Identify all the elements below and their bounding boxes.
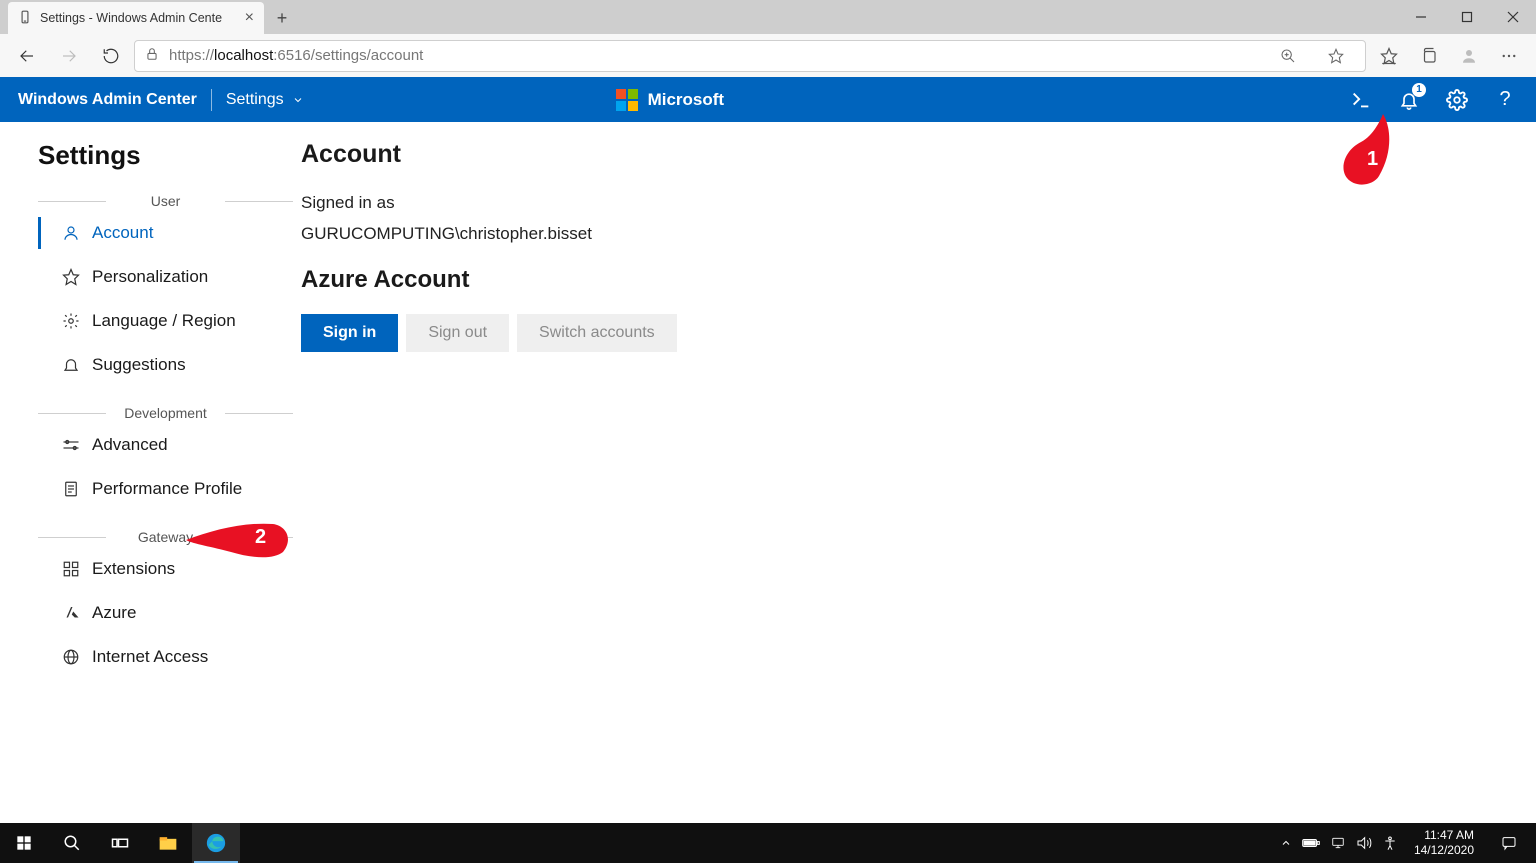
signed-in-label: Signed in as <box>301 187 677 218</box>
sidebar-group-development: Development <box>38 405 293 421</box>
tab-title: Settings - Windows Admin Cente <box>40 11 222 25</box>
clock-date: 14/12/2020 <box>1414 843 1474 858</box>
file-explorer-icon[interactable] <box>144 823 192 863</box>
back-button[interactable] <box>8 37 46 75</box>
sidebar-item-performance[interactable]: Performance Profile <box>38 467 293 511</box>
sidebar-item-label: Performance Profile <box>92 479 242 499</box>
azure-icon <box>62 604 80 622</box>
close-button[interactable] <box>1490 0 1536 34</box>
profile-icon[interactable] <box>1450 37 1488 75</box>
more-icon[interactable] <box>1490 37 1528 75</box>
signed-in-user: GURUCOMPUTING\christopher.bisset <box>301 218 677 249</box>
sidebar-item-account[interactable]: Account <box>38 211 293 255</box>
microsoft-label: Microsoft <box>648 90 725 110</box>
browser-chrome: Settings - Windows Admin Cente × + https… <box>0 0 1536 77</box>
sidebar-item-personalization[interactable]: Personalization <box>38 255 293 299</box>
sidebar-item-label: Language / Region <box>92 311 236 331</box>
page-icon <box>18 10 32 27</box>
action-center-icon[interactable] <box>1490 823 1528 863</box>
document-icon <box>62 480 80 498</box>
star-icon <box>62 268 80 286</box>
app-brand[interactable]: Windows Admin Center <box>18 91 197 109</box>
sidebar-item-label: Advanced <box>92 435 168 455</box>
start-button[interactable] <box>0 823 48 863</box>
taskbar-clock[interactable]: 11:47 AM 14/12/2020 <box>1408 828 1480 858</box>
sliders-icon <box>62 436 80 454</box>
browser-tab[interactable]: Settings - Windows Admin Cente × <box>8 2 264 34</box>
edge-icon[interactable] <box>192 823 240 863</box>
sidebar-item-label: Account <box>92 223 153 243</box>
sidebar-item-advanced[interactable]: Advanced <box>38 423 293 467</box>
page-body: Settings User Account Personalization La… <box>0 122 1536 823</box>
sidebar-item-internet[interactable]: Internet Access <box>38 635 293 679</box>
toolbar-right <box>1370 37 1528 75</box>
favorites-icon[interactable] <box>1370 37 1408 75</box>
breadcrumb-label: Settings <box>226 91 284 109</box>
page-title: Settings <box>38 140 293 171</box>
close-icon[interactable]: × <box>245 9 254 27</box>
sidebar-group-user: User <box>38 193 293 209</box>
lock-icon <box>145 47 159 65</box>
window-controls <box>1398 0 1536 34</box>
notifications-icon[interactable]: 1 <box>1396 87 1422 113</box>
help-icon[interactable]: ? <box>1492 87 1518 113</box>
battery-icon <box>1302 837 1320 849</box>
sidebar-item-label: Personalization <box>92 267 208 287</box>
address-bar[interactable]: https://localhost:6516/settings/account <box>134 40 1366 72</box>
account-heading: Account <box>301 140 677 169</box>
ms-logo-icon <box>616 89 638 111</box>
address-row: https://localhost:6516/settings/account <box>0 34 1536 77</box>
bell-icon <box>62 356 80 374</box>
task-view-button[interactable] <box>96 823 144 863</box>
sidebar-item-azure[interactable]: Azure <box>38 591 293 635</box>
forward-button[interactable] <box>50 37 88 75</box>
ease-of-access-icon <box>1382 835 1398 851</box>
switch-accounts-button[interactable]: Switch accounts <box>517 314 677 352</box>
network-icon <box>1330 836 1346 850</box>
gear-small-icon <box>62 312 80 330</box>
volume-icon <box>1356 835 1372 851</box>
new-tab-button[interactable]: + <box>268 4 296 32</box>
microsoft-logo: Microsoft <box>616 89 725 111</box>
sidebar-item-suggestions[interactable]: Suggestions <box>38 343 293 387</box>
sidebar-item-label: Internet Access <box>92 647 208 667</box>
notification-badge: 1 <box>1412 83 1426 97</box>
sidebar-item-label: Suggestions <box>92 355 186 375</box>
grid-icon <box>62 560 80 578</box>
minimize-button[interactable] <box>1398 0 1444 34</box>
sign-in-button[interactable]: Sign in <box>301 314 398 352</box>
maximize-button[interactable] <box>1444 0 1490 34</box>
sidebar-item-label: Extensions <box>92 559 175 579</box>
app-header: Windows Admin Center Settings Microsoft … <box>0 77 1536 122</box>
shell-icon[interactable] <box>1348 87 1374 113</box>
tab-strip: Settings - Windows Admin Cente × + <box>0 0 1536 34</box>
main-content: Account Signed in as GURUCOMPUTING\chris… <box>293 140 677 823</box>
breadcrumb[interactable]: Settings <box>226 91 304 109</box>
chevron-down-icon <box>292 94 304 106</box>
taskbar: 11:47 AM 14/12/2020 <box>0 823 1536 863</box>
search-button[interactable] <box>48 823 96 863</box>
sidebar-item-label: Azure <box>92 603 136 623</box>
sidebar-group-gateway: Gateway <box>38 529 293 545</box>
url-text: https://localhost:6516/settings/account <box>169 47 1259 64</box>
globe-icon <box>62 648 80 666</box>
collections-icon[interactable] <box>1410 37 1448 75</box>
person-icon <box>62 224 80 242</box>
sidebar-item-extensions[interactable]: Extensions <box>38 547 293 591</box>
divider <box>211 89 212 111</box>
azure-heading: Azure Account <box>301 266 677 294</box>
chevron-up-icon[interactable] <box>1280 837 1292 849</box>
tray-icons[interactable] <box>1280 835 1398 851</box>
refresh-button[interactable] <box>92 37 130 75</box>
gear-icon[interactable] <box>1444 87 1470 113</box>
star-outline-icon[interactable] <box>1317 37 1355 75</box>
sign-out-button[interactable]: Sign out <box>406 314 509 352</box>
sidebar-item-language[interactable]: Language / Region <box>38 299 293 343</box>
clock-time: 11:47 AM <box>1414 828 1474 843</box>
zoom-icon[interactable] <box>1269 37 1307 75</box>
